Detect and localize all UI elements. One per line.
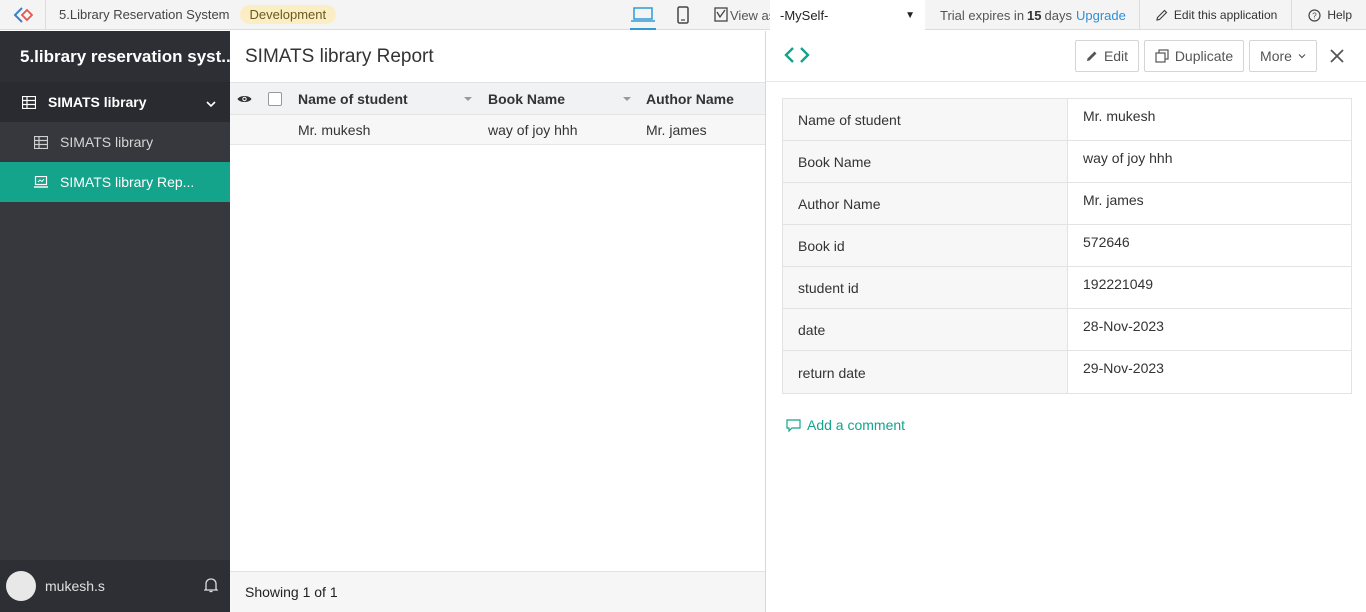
cell-author-name: Mr. james bbox=[646, 121, 707, 138]
pencil-icon bbox=[1156, 9, 1168, 21]
detail-toolbar: Edit Duplicate More bbox=[766, 31, 1366, 82]
sidebar-group-label: SIMATS library bbox=[48, 94, 147, 110]
detail-row: Name of student Mr. mukesh bbox=[783, 99, 1351, 141]
column-header-author-name[interactable]: Author Name bbox=[646, 83, 734, 114]
detail-row: Book id 572646 bbox=[783, 225, 1351, 267]
chevron-down-icon bbox=[206, 95, 216, 111]
select-all-checkbox[interactable] bbox=[268, 83, 282, 114]
duplicate-button[interactable]: Duplicate bbox=[1144, 40, 1244, 72]
edit-button[interactable]: Edit bbox=[1075, 40, 1139, 72]
app-name[interactable]: 5.Library Reservation System bbox=[46, 7, 240, 22]
record-detail-panel: Edit Duplicate More Name of student Mr. … bbox=[765, 31, 1366, 612]
pencil-icon bbox=[1086, 50, 1098, 62]
field-label: date bbox=[783, 309, 1068, 350]
svg-text:?: ? bbox=[1313, 11, 1318, 20]
detail-fields: Name of student Mr. mukesh Book Name way… bbox=[782, 98, 1352, 394]
environment-badge[interactable]: Development bbox=[239, 5, 337, 24]
detail-row: Book Name way of joy hhh bbox=[783, 141, 1351, 183]
device-preview-switcher bbox=[628, 0, 708, 30]
cell-book-name: way of joy hhh bbox=[488, 121, 578, 138]
trial-notice: Trial expires in 15 days Upgrade bbox=[940, 0, 1126, 30]
field-label: Author Name bbox=[783, 183, 1068, 224]
table-header: Name of student Book Name Author Name bbox=[230, 82, 765, 115]
sidebar-item-simats-library-report[interactable]: SIMATS library Rep... bbox=[0, 162, 230, 202]
field-label: return date bbox=[783, 351, 1068, 393]
table-row[interactable]: Mr. mukesh way of joy hhh Mr. james bbox=[230, 115, 765, 145]
help-icon: ? bbox=[1308, 8, 1321, 22]
detail-row: student id 192221049 bbox=[783, 267, 1351, 309]
field-label: student id bbox=[783, 267, 1068, 308]
field-value: 192221049 bbox=[1083, 276, 1154, 292]
field-value: 28-Nov-2023 bbox=[1083, 318, 1164, 334]
copy-icon bbox=[1155, 49, 1169, 63]
view-as-icon bbox=[714, 7, 728, 23]
user-name[interactable]: mukesh.s bbox=[45, 578, 204, 594]
trial-prefix: Trial expires in bbox=[940, 7, 1025, 23]
field-value: way of joy hhh bbox=[1083, 150, 1173, 166]
add-comment-link[interactable]: Add a comment bbox=[786, 417, 905, 433]
view-as: View as bbox=[714, 0, 775, 30]
cell-name-of-student: Mr. mukesh bbox=[298, 121, 371, 138]
edit-label: Edit bbox=[1103, 48, 1129, 64]
view-as-label: View as bbox=[730, 7, 776, 23]
top-right-actions: Edit this application ? Help bbox=[1138, 0, 1366, 30]
more-button[interactable]: More bbox=[1249, 40, 1317, 72]
trial-suffix: days bbox=[1044, 7, 1072, 23]
view-as-select[interactable]: -MySelf- ▼ bbox=[770, 0, 925, 30]
top-bar: 5.Library Reservation System Development… bbox=[0, 0, 1366, 30]
comment-icon bbox=[786, 418, 801, 432]
field-label: Book Name bbox=[783, 141, 1068, 182]
report-view: SIMATS library Report Name of student Bo… bbox=[230, 31, 765, 612]
more-label: More bbox=[1260, 48, 1292, 64]
detail-row: date 28-Nov-2023 bbox=[783, 309, 1351, 351]
close-icon[interactable] bbox=[1328, 47, 1346, 65]
page-title: SIMATS library Report bbox=[245, 45, 434, 67]
sidebar-item-label: SIMATS library bbox=[60, 134, 154, 150]
duplicate-label: Duplicate bbox=[1174, 48, 1234, 64]
help-button[interactable]: ? Help bbox=[1291, 0, 1366, 30]
eye-icon[interactable] bbox=[237, 83, 252, 114]
field-label: Name of student bbox=[783, 99, 1068, 140]
help-label: Help bbox=[1327, 8, 1352, 22]
table-icon bbox=[34, 135, 48, 149]
sort-caret-icon[interactable] bbox=[464, 83, 472, 114]
field-value: 29-Nov-2023 bbox=[1083, 360, 1164, 376]
chevron-down-icon bbox=[1298, 53, 1306, 59]
app-logo-icon[interactable] bbox=[0, 0, 46, 30]
edit-application-label: Edit this application bbox=[1173, 8, 1278, 22]
dropdown-caret-icon: ▼ bbox=[905, 9, 915, 21]
sort-caret-icon[interactable] bbox=[623, 83, 631, 114]
edit-application-button[interactable]: Edit this application bbox=[1138, 0, 1291, 30]
sidebar-user-footer: mukesh.s bbox=[0, 560, 230, 612]
column-header-name-of-student[interactable]: Name of student bbox=[298, 83, 408, 114]
upgrade-link[interactable]: Upgrade bbox=[1076, 8, 1126, 23]
report-icon bbox=[34, 176, 48, 188]
column-header-book-name[interactable]: Book Name bbox=[488, 83, 565, 114]
sidebar-item-label: SIMATS library Rep... bbox=[60, 174, 195, 190]
trial-count: 15 bbox=[1027, 7, 1042, 23]
sidebar-app-title[interactable]: 5.library reservation syst... bbox=[0, 31, 230, 82]
sidebar: 5.library reservation syst... SIMATS lib… bbox=[0, 31, 230, 612]
detail-row: Author Name Mr. james bbox=[783, 183, 1351, 225]
grid-icon bbox=[22, 95, 36, 109]
avatar[interactable] bbox=[6, 571, 36, 601]
sidebar-item-simats-library[interactable]: SIMATS library bbox=[0, 122, 230, 162]
code-icon[interactable] bbox=[784, 45, 810, 68]
view-as-value: -MySelf- bbox=[780, 7, 829, 23]
field-label: Book id bbox=[783, 225, 1068, 266]
sidebar-group-simats-library[interactable]: SIMATS library bbox=[0, 82, 230, 122]
field-value: 572646 bbox=[1083, 234, 1130, 250]
bell-icon[interactable] bbox=[203, 577, 219, 596]
field-value: Mr. mukesh bbox=[1083, 108, 1156, 124]
mobile-icon[interactable] bbox=[668, 0, 698, 30]
record-count: Showing 1 of 1 bbox=[230, 571, 765, 612]
field-value: Mr. james bbox=[1083, 192, 1144, 208]
detail-row: return date 29-Nov-2023 bbox=[783, 351, 1351, 393]
desktop-icon[interactable] bbox=[628, 0, 658, 30]
add-comment-label: Add a comment bbox=[807, 417, 906, 433]
